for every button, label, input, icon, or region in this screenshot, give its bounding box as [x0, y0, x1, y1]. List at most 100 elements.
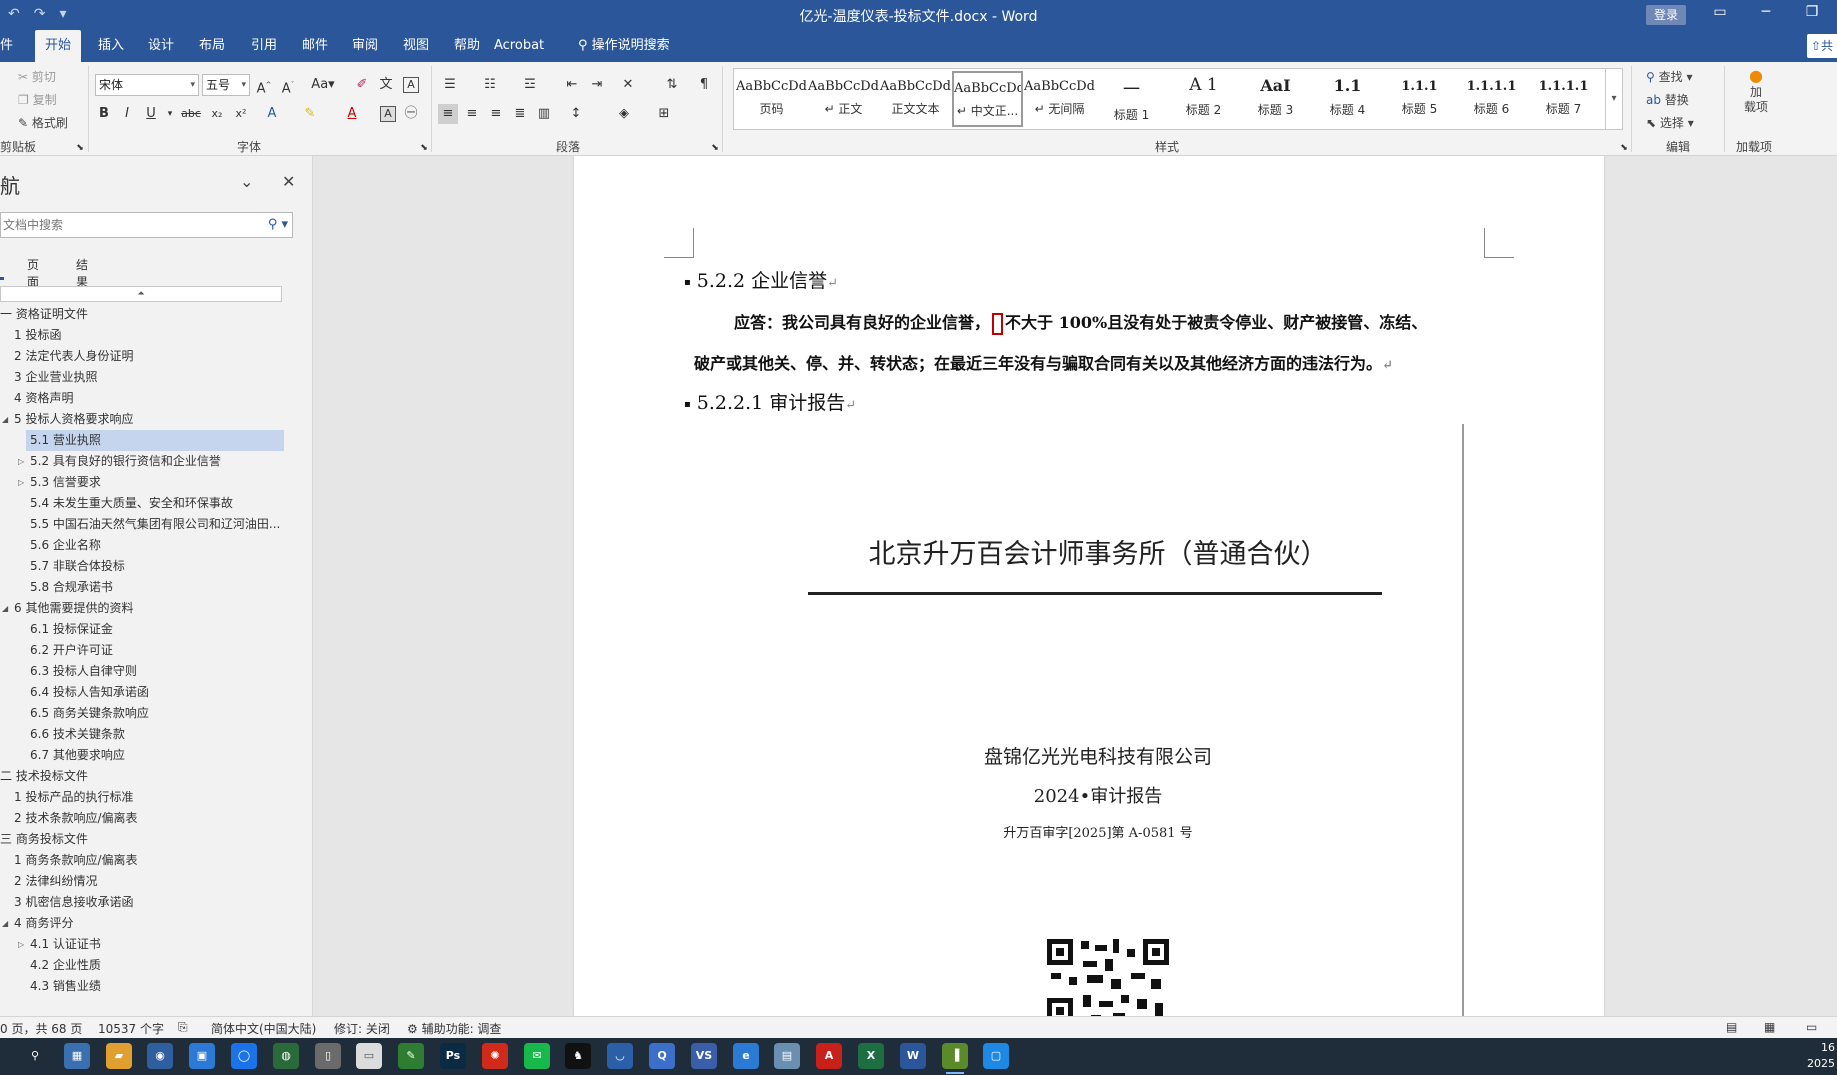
nav-heading-item[interactable]: ▷ 4.1 认证证书	[0, 934, 285, 955]
taskbar-petrochina-icon[interactable]: ✺	[482, 1043, 508, 1069]
font-name-box[interactable]: 宋体 ▾	[95, 74, 199, 96]
subscript-icon[interactable]: x₂	[207, 104, 227, 124]
chevron-down-icon[interactable]: ⌄	[240, 172, 253, 191]
heading-5-2-2[interactable]: ▪ 5.2.2 企业信誉↵	[684, 266, 838, 293]
chinese-layout-icon[interactable]: ✕	[618, 75, 638, 95]
align-right-icon[interactable]: ≡	[486, 104, 506, 124]
taskbar-acrobat-icon[interactable]: A	[816, 1043, 842, 1069]
tab-design[interactable]: 设计	[138, 30, 184, 62]
nav-heading-item[interactable]: 4.3 销售业绩	[0, 976, 285, 997]
italic-icon[interactable]: I	[117, 104, 137, 124]
tab-layout[interactable]: 布局	[189, 30, 235, 62]
collapse-all-button[interactable]: ⏶	[0, 286, 282, 302]
tab-pages[interactable]: 页面	[27, 256, 39, 290]
style-item-normal[interactable]: AaBbCcDdE ↵ 正文	[808, 71, 879, 127]
taskbar-notes-icon[interactable]: ▤	[774, 1043, 800, 1069]
strikethrough-icon[interactable]: abc	[181, 104, 201, 124]
nav-heading-item[interactable]: 2 法律纠纷情况	[0, 871, 285, 892]
system-clock[interactable]: 16 2025	[1807, 1040, 1835, 1072]
nav-heading-item[interactable]: 6.1 投标保证金	[0, 619, 285, 640]
nav-heading-item[interactable]: ◢ 4 商务评分	[0, 913, 285, 934]
tab-view[interactable]: 视图	[393, 30, 439, 62]
nav-heading-item[interactable]: 5.4 未发生重大质量、安全和环保事故	[0, 493, 285, 514]
nav-search-input[interactable]: 文档中搜索 ⚲ ▾	[0, 212, 293, 238]
restore-icon[interactable]: ❐	[1792, 4, 1832, 20]
nav-heading-item[interactable]: 5.5 中国石油天然气集团有限公司和辽河油田...	[0, 514, 285, 535]
expanded-arrow-icon[interactable]: ◢	[2, 598, 8, 619]
expanded-arrow-icon[interactable]: ◢	[2, 913, 8, 934]
taskbar-browser-q-icon[interactable]: Q	[649, 1043, 675, 1069]
nav-heading-item[interactable]: 一 资格证明文件	[0, 304, 285, 325]
highlight-icon[interactable]: ✎	[300, 104, 320, 124]
bold-icon[interactable]: B	[94, 104, 114, 124]
taskbar-app-cyan-icon[interactable]: ▢	[983, 1043, 1009, 1069]
taskbar-wechat-icon[interactable]: ✉	[524, 1043, 550, 1069]
font-color-icon[interactable]: A	[342, 104, 362, 124]
share-button[interactable]: ⇧共	[1807, 34, 1837, 58]
tell-me-search[interactable]: ⚲ 操作说明搜索	[568, 30, 680, 62]
accessibility-status[interactable]: ⚙ 辅助功能: 调查	[407, 1020, 501, 1037]
tab-references[interactable]: 引用	[241, 30, 287, 62]
taskbar-calculator-icon[interactable]: ▦	[64, 1043, 90, 1069]
taskbar-meet-icon[interactable]: ◡	[607, 1043, 633, 1069]
taskbar-app-green-icon[interactable]: ▐	[942, 1043, 968, 1074]
page-count[interactable]: 0 页，共 68 页	[0, 1020, 82, 1037]
nav-heading-item[interactable]: 6.7 其他要求响应	[0, 745, 285, 766]
body-paragraph-line[interactable]: 破产或其他关、停、并、转状态；在最近三年没有与骗取合同有关以及其他经济方面的违法…	[694, 350, 1393, 374]
style-item-heading-1[interactable]: 一标题 1	[1096, 71, 1167, 127]
nav-heading-item[interactable]: ▷ 5.2 具有良好的银行资信和企业信誉	[0, 451, 285, 472]
font-size-box[interactable]: 五号 ▾	[202, 74, 250, 96]
nav-heading-item[interactable]: 2 技术条款响应/偏离表	[0, 808, 285, 829]
nav-heading-item[interactable]: ◢ 6 其他需要提供的资料	[0, 598, 285, 619]
styles-more-button[interactable]: ▾	[1605, 68, 1622, 130]
nav-heading-item[interactable]: 5.8 合规承诺书	[0, 577, 285, 598]
justify-icon[interactable]: ≣	[510, 104, 530, 124]
find-button[interactable]: ⚲ 查找 ▾	[1646, 68, 1692, 85]
align-center-icon[interactable]: ≡	[462, 104, 482, 124]
collapsed-arrow-icon[interactable]: ▷	[18, 451, 24, 472]
nav-heading-item[interactable]: 5.6 企业名称	[0, 535, 285, 556]
shading-icon[interactable]: ◈	[614, 104, 634, 124]
phonetic-guide-icon[interactable]: 文	[376, 75, 396, 95]
shrink-font-icon[interactable]: Aˇ	[278, 75, 298, 96]
style-item-chinese-body[interactable]: AaBbCcDd ↵ 中文正...	[952, 71, 1023, 127]
style-item-body-text[interactable]: AaBbCcDdE 正文文本	[880, 71, 951, 127]
character-border-icon[interactable]: A	[403, 77, 419, 93]
taskbar-file-icon[interactable]: ▭	[356, 1043, 382, 1069]
nav-heading-item[interactable]: 2 法定代表人身份证明	[0, 346, 285, 367]
clipboard-launcher-icon[interactable]: ⬊	[70, 138, 90, 158]
nav-heading-item[interactable]: 6.6 技术关键条款	[0, 724, 285, 745]
tab-headings[interactable]	[0, 256, 4, 280]
expanded-arrow-icon[interactable]: ◢	[2, 409, 8, 430]
multilevel-list-icon[interactable]: ☲	[520, 75, 540, 95]
distributed-icon[interactable]: ▥	[534, 104, 554, 124]
numbering-icon[interactable]: ☷	[480, 75, 500, 95]
tab-home[interactable]: 开始	[35, 30, 82, 62]
close-icon[interactable]: ✕	[282, 172, 295, 191]
style-item-page-number[interactable]: AaBbCcDd 页码	[736, 71, 807, 127]
borders-icon[interactable]: ⊞	[654, 104, 674, 124]
nav-heading-item[interactable]: 三 商务投标文件	[0, 829, 285, 850]
increase-indent-icon[interactable]: ⇥	[587, 75, 607, 95]
grow-font-icon[interactable]: A^	[254, 75, 274, 96]
superscript-icon[interactable]: x²	[231, 104, 251, 124]
cut-button[interactable]: ✂ 剪切	[18, 68, 56, 85]
taskbar-cup-icon[interactable]: ▯	[315, 1043, 341, 1069]
tab-mailings[interactable]: 邮件	[292, 30, 338, 62]
nav-heading-item[interactable]: 4 资格声明	[0, 388, 285, 409]
web-layout-icon[interactable]: ▭	[1806, 1020, 1817, 1034]
nav-heading-item[interactable]: 3 机密信息接收承诺函	[0, 892, 285, 913]
taskbar-app-blue-icon[interactable]: ◯	[231, 1043, 257, 1069]
addins-button[interactable]: ● 加 载项	[1742, 66, 1770, 115]
taskbar-vs-icon[interactable]: VS	[691, 1043, 717, 1069]
character-shading-icon[interactable]: A	[380, 106, 396, 122]
change-case-icon[interactable]: Aa▾	[308, 75, 338, 95]
nav-heading-item[interactable]: 5.1 营业执照	[26, 430, 284, 451]
taskbar-connect-icon[interactable]: ◉	[147, 1043, 173, 1069]
word-count[interactable]: 10537 个字	[98, 1020, 164, 1037]
nav-heading-item[interactable]: 6.4 投标人告知承诺函	[0, 682, 285, 703]
nav-heading-item[interactable]: ▷ 5.3 信誉要求	[0, 472, 285, 493]
search-icon[interactable]: ⚲ ▾	[268, 213, 288, 237]
track-changes-status[interactable]: 修订: 关闭	[334, 1020, 390, 1037]
nav-heading-item[interactable]: 6.3 投标人自律守则	[0, 661, 285, 682]
